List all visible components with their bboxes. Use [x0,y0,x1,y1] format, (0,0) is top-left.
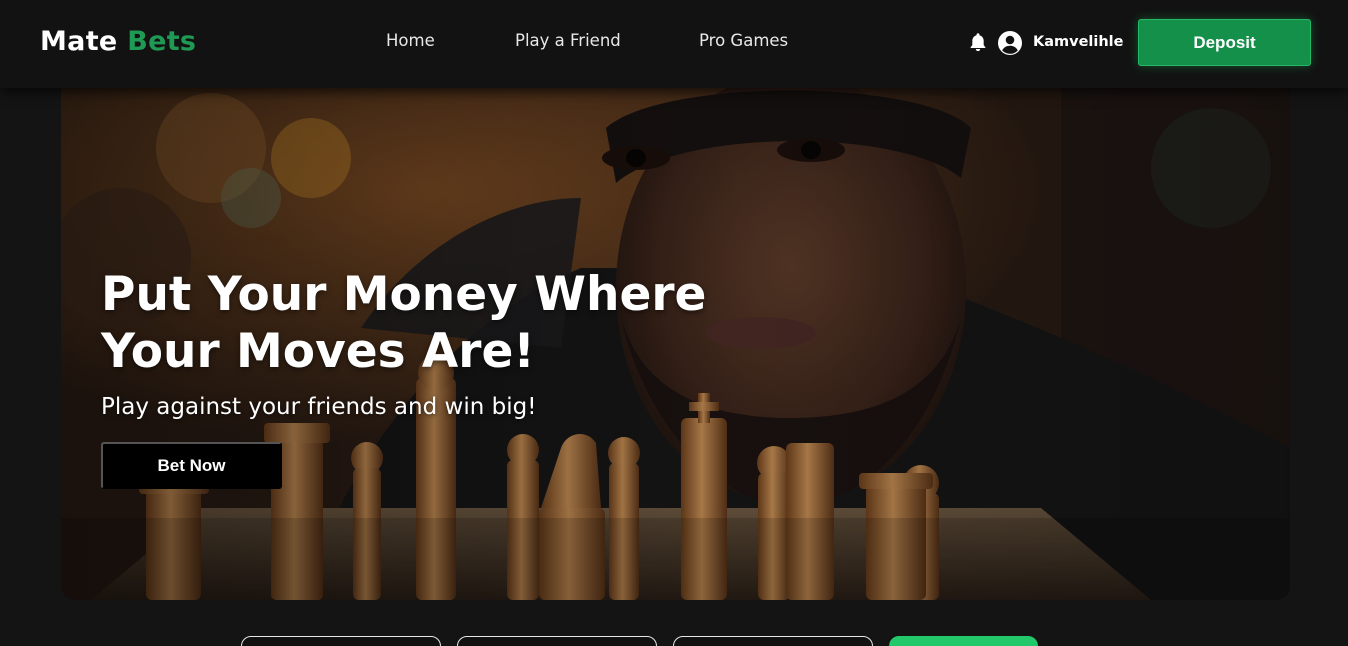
top-navbar: Mate Bets Home Play a Friend Pro Games K… [0,0,1348,88]
brand-name-bets: Bets [127,26,197,57]
hero-title: Put Your Money Where Your Moves Are! [101,267,707,379]
bet-now-button[interactable]: Bet Now [101,442,282,489]
bell-icon[interactable] [967,31,989,53]
hero-banner: Put Your Money Where Your Moves Are! Pla… [61,88,1290,600]
hero-subtitle: Play against your friends and win big! [101,394,537,420]
nav-link-pro-games[interactable]: Pro Games [699,31,788,50]
deposit-button[interactable]: Deposit [1138,19,1311,66]
game-tab-1[interactable] [241,636,441,646]
username-label[interactable]: Kamvelihle [1033,34,1123,50]
user-circle-icon[interactable] [997,30,1023,56]
brand-logo[interactable]: Mate Bets [40,26,196,57]
game-tab-active[interactable] [889,636,1038,646]
nav-link-home[interactable]: Home [386,31,435,50]
brand-name-mate: Mate [40,26,118,57]
game-tab-3[interactable] [673,636,873,646]
game-tab-2[interactable] [457,636,657,646]
nav-link-play-a-friend[interactable]: Play a Friend [515,31,621,50]
